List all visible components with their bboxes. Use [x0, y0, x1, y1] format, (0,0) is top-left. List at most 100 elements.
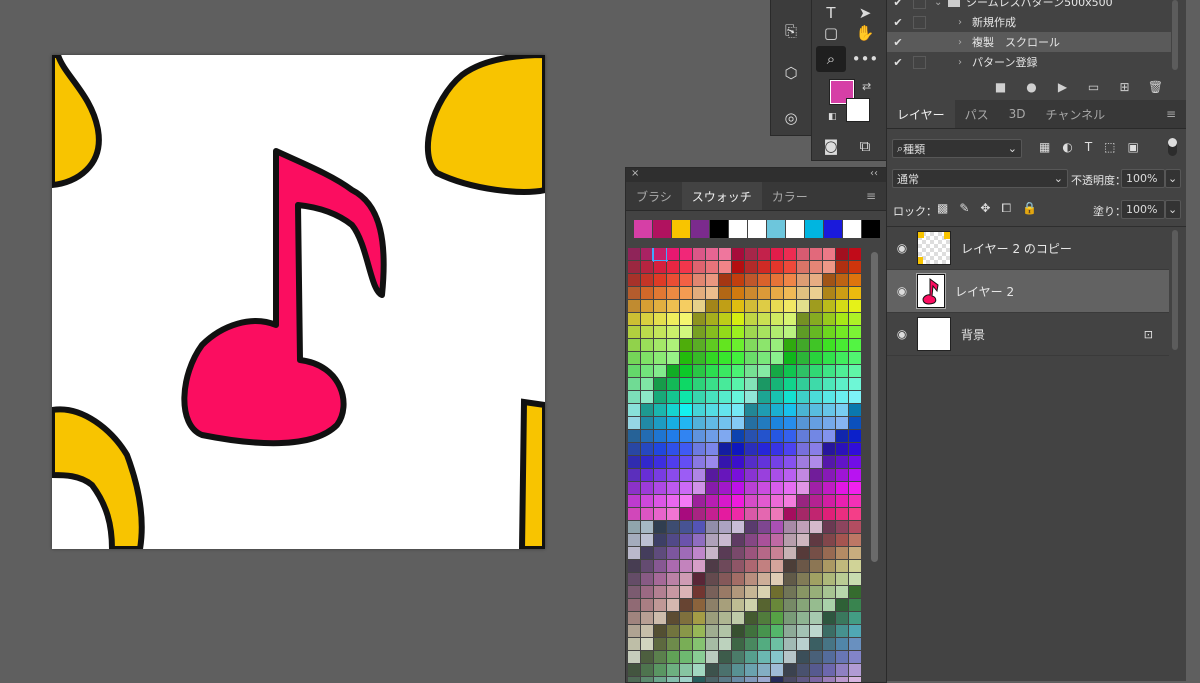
- swatch-cell[interactable]: [810, 534, 822, 546]
- swatch-cell[interactable]: [823, 313, 835, 325]
- swatch-cell[interactable]: [654, 274, 666, 286]
- swatch-cell[interactable]: [810, 612, 822, 624]
- swatch-cell[interactable]: [836, 443, 848, 455]
- swatch-cell[interactable]: [680, 599, 692, 611]
- swatch-cell[interactable]: [628, 651, 640, 663]
- swatch-cell[interactable]: [667, 417, 679, 429]
- swatch-cell[interactable]: [810, 625, 822, 637]
- swatch-cell[interactable]: [680, 326, 692, 338]
- swatch-cell[interactable]: [771, 339, 783, 351]
- swatch-cell[interactable]: [797, 443, 809, 455]
- swatch-cell[interactable]: [654, 287, 666, 299]
- swatch-cell[interactable]: [732, 599, 744, 611]
- swatch-cell[interactable]: [836, 612, 848, 624]
- swatch-cell[interactable]: [797, 495, 809, 507]
- swatch-cell[interactable]: [784, 677, 796, 682]
- swatch-cell[interactable]: [745, 417, 757, 429]
- swatch-cell[interactable]: [797, 612, 809, 624]
- swatch-cell[interactable]: [667, 404, 679, 416]
- swatch-cell[interactable]: [771, 638, 783, 650]
- swatch-cell[interactable]: [680, 534, 692, 546]
- swatch-cell[interactable]: [641, 391, 653, 403]
- swatch-cell[interactable]: [693, 287, 705, 299]
- swatch-cell[interactable]: [628, 586, 640, 598]
- swatch-cell[interactable]: [719, 534, 731, 546]
- swatch-cell[interactable]: [680, 664, 692, 676]
- swatch-cell[interactable]: [849, 508, 861, 520]
- swatch-cell[interactable]: [758, 599, 770, 611]
- swatch-cell[interactable]: [667, 430, 679, 442]
- swatch-cell[interactable]: [628, 287, 640, 299]
- swatch-cell[interactable]: [823, 508, 835, 520]
- swatch-cell[interactable]: [836, 560, 848, 572]
- swatch-cell[interactable]: [810, 586, 822, 598]
- new-action-icon[interactable]: ⊞: [1109, 80, 1140, 94]
- swatch-cell[interactable]: [823, 638, 835, 650]
- swatch-cell[interactable]: [797, 261, 809, 273]
- swatch-cell[interactable]: [810, 599, 822, 611]
- swatch-cell[interactable]: [641, 560, 653, 572]
- swatch-cell[interactable]: [797, 365, 809, 377]
- shape-filter-icon[interactable]: ⬚: [1104, 140, 1115, 154]
- swatch-cell[interactable]: [771, 560, 783, 572]
- swatch-cell[interactable]: [667, 534, 679, 546]
- swatch-cell[interactable]: [810, 391, 822, 403]
- swatch-cell[interactable]: [836, 534, 848, 546]
- tab-channels[interactable]: チャンネル: [1036, 100, 1116, 128]
- swatch-cell[interactable]: [745, 352, 757, 364]
- swatch-cell[interactable]: [771, 313, 783, 325]
- swatch-cell[interactable]: [654, 534, 666, 546]
- swatch-cell[interactable]: [641, 248, 653, 260]
- swatch-cell[interactable]: [706, 248, 718, 260]
- swatch-cell[interactable]: [628, 261, 640, 273]
- swatch-cell[interactable]: [680, 417, 692, 429]
- swatch-cell[interactable]: [745, 625, 757, 637]
- swatch-cell[interactable]: [797, 469, 809, 481]
- swatch-cell[interactable]: [784, 469, 796, 481]
- swatch-cell[interactable]: [654, 326, 666, 338]
- swatch-cell[interactable]: [810, 300, 822, 312]
- swatch-cell[interactable]: [810, 456, 822, 468]
- swatch-cell[interactable]: [823, 326, 835, 338]
- swatch-cell[interactable]: [836, 248, 848, 260]
- swatch-cell[interactable]: [719, 573, 731, 585]
- swatch-cell[interactable]: [680, 391, 692, 403]
- 3d-object-icon[interactable]: ⬡: [776, 60, 806, 86]
- play-icon[interactable]: ▶: [1047, 80, 1078, 94]
- swatch-cell[interactable]: [719, 261, 731, 273]
- swatch-cell[interactable]: [719, 638, 731, 650]
- swatch-cell[interactable]: [732, 391, 744, 403]
- swatch-cell[interactable]: [706, 508, 718, 520]
- dialog-toggle[interactable]: [913, 55, 926, 69]
- swatch-cell[interactable]: [654, 521, 666, 533]
- quick-mask-icon[interactable]: ◙: [816, 133, 846, 159]
- swatch-cell[interactable]: [771, 547, 783, 559]
- swatch-cell[interactable]: [706, 365, 718, 377]
- swatch-cell[interactable]: [719, 339, 731, 351]
- swatch-cell[interactable]: [797, 664, 809, 676]
- swatch-cell[interactable]: [771, 430, 783, 442]
- swatch-cell[interactable]: [719, 430, 731, 442]
- swatch-cell[interactable]: [849, 547, 861, 559]
- swatch-cell[interactable]: [784, 248, 796, 260]
- swatch-cell[interactable]: [771, 534, 783, 546]
- swatch-cell[interactable]: [641, 547, 653, 559]
- swatch-cell[interactable]: [667, 339, 679, 351]
- swatch-cell[interactable]: [771, 378, 783, 390]
- document-canvas[interactable]: [52, 55, 545, 549]
- swatch-cell[interactable]: [810, 274, 822, 286]
- swatch-cell[interactable]: [693, 378, 705, 390]
- swatch-cell[interactable]: [654, 651, 666, 663]
- swatch-cell[interactable]: [667, 586, 679, 598]
- swatch-cell[interactable]: [836, 339, 848, 351]
- swatch-cell[interactable]: [758, 521, 770, 533]
- swatch-cell[interactable]: [771, 404, 783, 416]
- swatch-cell[interactable]: [836, 313, 848, 325]
- dialog-toggle[interactable]: [913, 0, 926, 9]
- new-set-folder-icon[interactable]: ▭: [1078, 80, 1109, 94]
- swatch-cell[interactable]: [784, 599, 796, 611]
- swatch-cell[interactable]: [758, 495, 770, 507]
- more-tools-icon[interactable]: •••: [850, 46, 880, 72]
- recent-swatch[interactable]: [729, 220, 747, 238]
- swatch-cell[interactable]: [706, 378, 718, 390]
